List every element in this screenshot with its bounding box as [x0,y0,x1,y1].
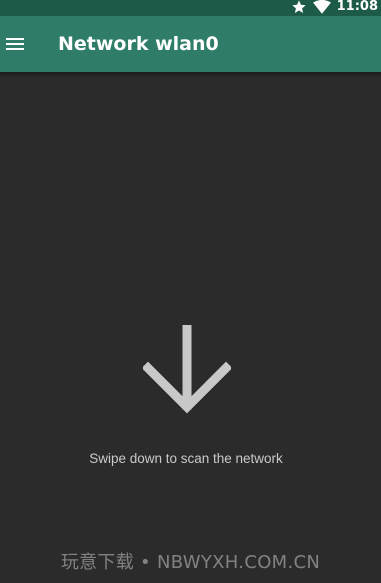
screen: 11:08 Network wlan0 Swipe down to scan t… [0,0,381,583]
status-time: 11:08 [336,0,378,14]
watermark: 玩意下载 • NBWYXH.COM.CN [60,552,321,573]
scan-hint-text: Swipe down to scan the network [89,451,283,466]
wifi-icon [312,0,331,14]
star-icon [291,0,306,14]
status-bar: 11:08 [0,0,381,16]
menu-icon [6,38,24,50]
arrow-down-icon [143,325,231,414]
app-title: Network wlan0 [58,33,219,55]
app-bar-shadow [0,72,381,77]
menu-button[interactable] [0,16,30,72]
status-icons: 11:08 [291,0,378,16]
